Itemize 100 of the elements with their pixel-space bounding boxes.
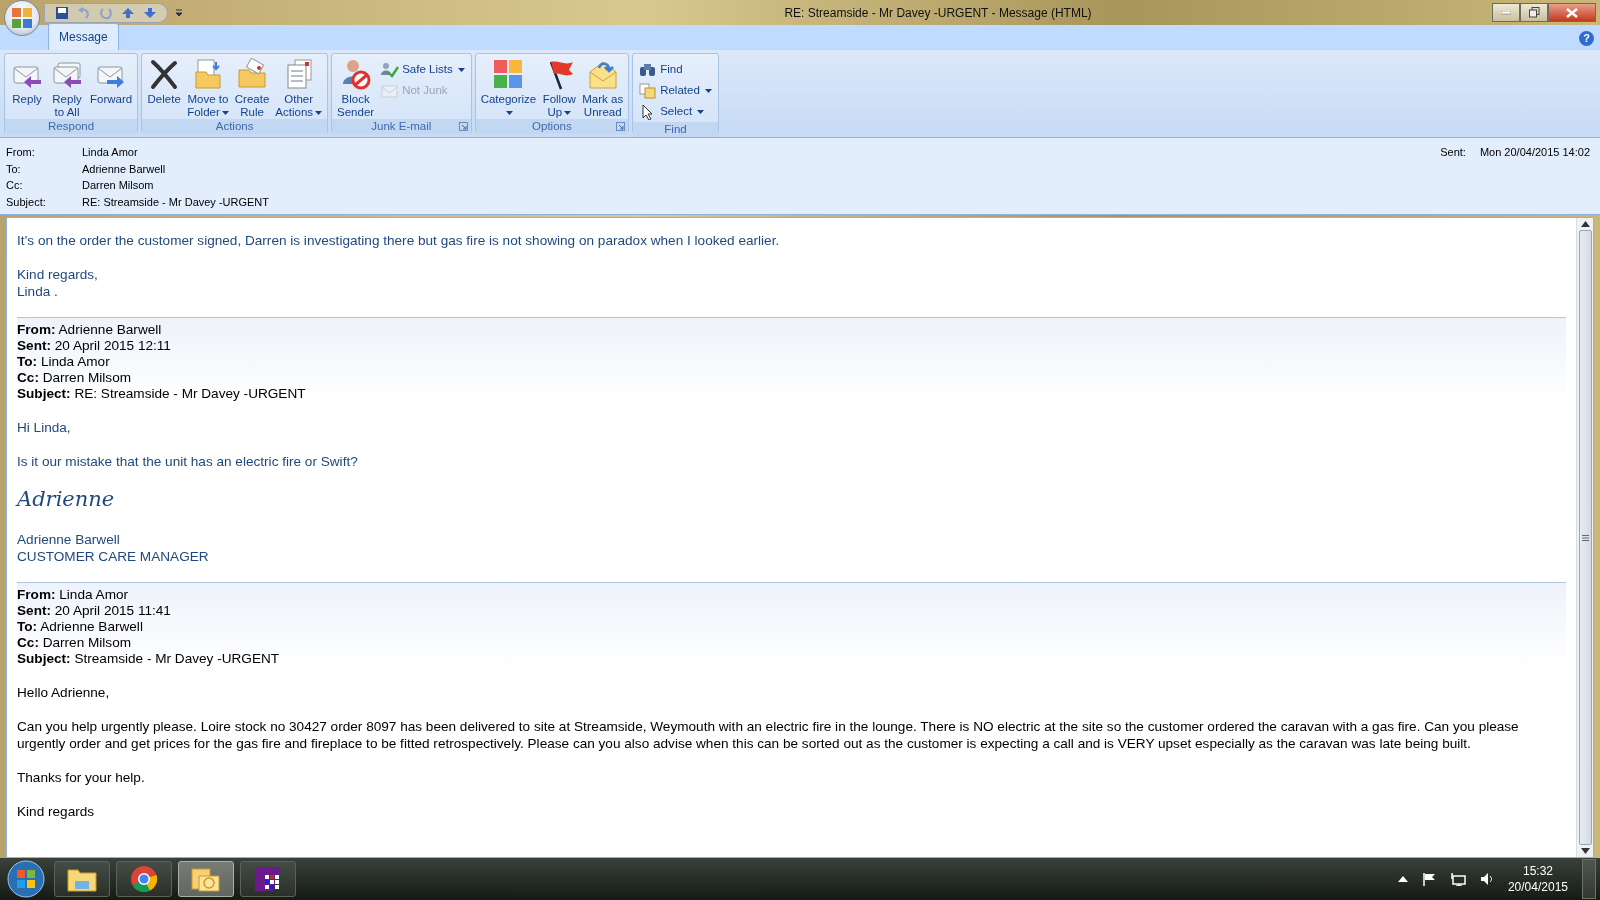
documents-icon [639,82,658,99]
ribbon-button[interactable]: Find [636,59,715,80]
dialog-launcher-icon[interactable] [616,122,626,131]
signature: Adrienne [17,487,116,511]
scroll-down-arrow-icon[interactable] [1580,848,1590,854]
colored-squares-icon [492,58,525,90]
start-button[interactable] [4,859,48,899]
group-label: Find [664,121,687,137]
group-label: Junk E-mail [371,118,432,134]
group-label: Respond [48,118,95,134]
quoted-header-line: From: Linda Amor [17,587,130,603]
quoted-header-line: Sent: 20 April 2015 12:11 [17,338,172,354]
caret-icon [315,110,323,115]
binoculars-icon [639,61,658,78]
caret-icon [221,110,229,115]
body-text: Adrienne Barwell [17,531,121,548]
body-text: Hi Linda, [17,419,72,436]
network-icon[interactable] [1449,872,1466,886]
people-check-icon [381,61,400,78]
customize-caret-icon[interactable] [174,7,184,18]
help-button[interactable]: ? [1579,31,1594,46]
quoted-header-line: Subject: Streamside - Mr Davey -URGENT [17,651,281,667]
field-label: From: [6,145,36,160]
scrollbar[interactable] [1576,218,1593,857]
ribbon-button[interactable]: Move to Folder [185,56,231,119]
field-value: Mon 20/04/2015 14:02 [1479,145,1590,160]
quoted-header-line: Subject: RE: Streamside - Mr Davey -URGENT [17,386,307,402]
body-text: Hello Adrienne, [17,684,111,701]
folder-document-icon [192,58,224,90]
show-hidden-icons-icon[interactable] [1397,876,1408,882]
ribbon-button[interactable]: Related [636,80,715,101]
field-value: RE: Streamside - Mr Davey -URGENT [82,194,270,210]
taskbar-button[interactable] [54,861,110,897]
close-icon [1566,7,1578,18]
quoted-header-line: Cc: Darren Milsom [17,370,133,386]
grip-icon [1581,534,1589,541]
office-button[interactable] [4,0,40,36]
office-logo-icon [11,6,33,29]
up-arrow-icon[interactable] [121,5,135,20]
flag-icon[interactable] [1421,872,1436,886]
body-text: It’s on the order the customer signed, Darren is investigating there but gas fire is not showing on paradox when I looked earlier. [17,232,781,249]
ribbon-tab[interactable]: Message [48,23,119,50]
ribbon-button[interactable]: Mark as Unread [580,56,626,119]
caret-icon [457,67,465,72]
ribbon-button[interactable]: Forward [88,56,135,119]
field-value: Adrienne Barwell [82,161,166,177]
windows-logo-icon [6,859,46,899]
minimize-button[interactable] [1492,3,1520,22]
body-text: CUSTOMER CARE MANAGER [17,548,210,565]
body-text: Can you help urgently please. Loire stock no 30427 order 8097 has been delivered to site at Streamside, Weymouth with an electric fire in the lounge. There is NO electric at the site so the customer ordered the caravan with a gas fire. Can you please urgently order and get prices for the gas fire and fireplace to be fitted retrospectively. Please can you also advise when this can be sorted out as the customer is expecting a call and is VERY upset especially as the caravan was late being built. [17,718,1520,752]
group-label: Options [532,118,572,134]
circle-logo-icon [130,865,158,893]
caret-icon [697,109,705,114]
quoted-header-line: Cc: Darren Milsom [17,635,133,651]
ribbon-button[interactable]: Safe Lists [378,59,468,80]
ribbon-button[interactable]: Follow Up [540,56,579,119]
restore-button[interactable] [1520,3,1548,22]
clock-date: 20/04/2015 [1507,879,1568,895]
scroll-up-arrow-icon[interactable] [1580,221,1590,227]
quoted-header-line: Sent: 20 April 2015 11:41 [17,603,172,619]
body-text: Is it our mistake that the unit has an electric fire or Swift? [17,453,359,470]
field-label: To: [6,161,22,177]
window-title: RE: Streamside - Mr Davey -URGENT - Message (HTML) [783,4,1093,22]
speaker-icon[interactable] [1479,872,1494,886]
quoted-header-line: To: Linda Amor [17,354,111,370]
caret-icon [564,110,572,115]
ribbon-button[interactable]: Block Sender [335,56,377,119]
taskbar-button[interactable] [116,861,172,897]
field-label: Cc: [6,178,24,193]
scroll-thumb[interactable] [1578,230,1592,845]
dialog-launcher-icon[interactable] [458,122,468,131]
ribbon-button[interactable]: Select [636,101,715,122]
quoted-header-line: To: Adrienne Barwell [17,619,144,635]
ribbon-button[interactable]: Categorize [478,56,539,119]
minimize-icon [1501,10,1511,15]
field-label: Sent: [1440,145,1466,160]
group-label: Actions [215,118,254,134]
field-label: Subject: [6,194,47,210]
caret-icon [505,110,513,115]
save-icon[interactable] [55,5,69,20]
clock-time: 15:32 [1521,863,1554,879]
ribbon-button[interactable]: Other Actions [273,56,325,119]
ribbon-button[interactable]: Create Rule [232,56,272,119]
caret-icon [704,88,712,93]
taskbar-button[interactable] [240,861,296,897]
body-text: Kind regards, [17,266,99,283]
folder-envelope-icon [236,58,269,90]
quoted-header-line: From: Adrienne Barwell [17,322,163,338]
close-button[interactable] [1548,3,1596,22]
down-arrow-icon[interactable] [143,5,157,20]
ribbon-button[interactable]: Reply [8,56,46,119]
ribbon-button[interactable]: Reply to All [48,56,86,119]
envelope-clock-icon [191,866,221,892]
body-text: Linda . [17,283,59,300]
folder-icon [67,866,97,892]
field-value: Linda Amor [82,145,138,160]
body-text: Kind regards [17,803,96,820]
show-desktop-button[interactable] [1582,859,1596,899]
grid-icon [253,865,283,893]
ribbon-button[interactable]: Delete [145,56,184,119]
